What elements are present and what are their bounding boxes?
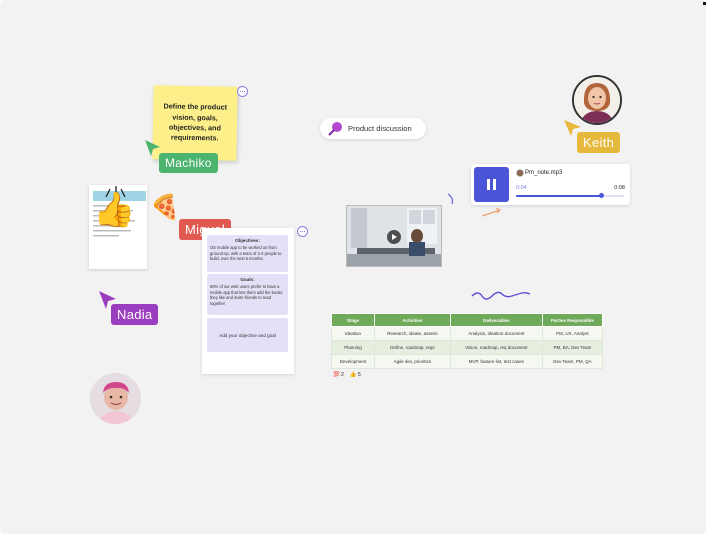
board-comment-icon[interactable] bbox=[297, 226, 308, 237]
table-header-row: Stage Activities Deliverables Parties Re… bbox=[330, 313, 604, 327]
reactions-bar: 💯 2 👍 5 bbox=[333, 372, 361, 378]
table-cell[interactable]: Agile dev, prioritize bbox=[374, 354, 451, 369]
audio-owner-avatar-icon bbox=[516, 169, 524, 177]
goals-text: 60% of our web users prefer to have a mo… bbox=[210, 284, 283, 306]
add-objective-block[interactable]: Add your objective and goal bbox=[207, 318, 288, 352]
goals-block[interactable]: Goals: 60% of our web users prefer to ha… bbox=[207, 274, 288, 315]
video-play-button[interactable] bbox=[387, 230, 401, 244]
keith-avatar-portrait-icon bbox=[574, 77, 620, 123]
table-cell[interactable]: PM, BA, Dev Team bbox=[541, 340, 604, 355]
comment-icon[interactable] bbox=[237, 86, 248, 97]
audio-current-time: 0:04 bbox=[516, 185, 527, 191]
table-header-cell: Deliverables bbox=[449, 313, 543, 327]
table-cell[interactable]: Analysis, ideation document bbox=[449, 326, 543, 341]
machiko-name-tag: Machiko bbox=[159, 153, 218, 173]
table-cell[interactable]: Planning bbox=[330, 340, 376, 355]
reaction-count: 2 bbox=[340, 372, 344, 378]
table-cell[interactable]: Vision, roadmap, req document bbox=[449, 340, 543, 355]
nadia-avatar-portrait-icon bbox=[90, 373, 141, 424]
video-player[interactable] bbox=[346, 205, 442, 267]
table-row: Development Agile dev, prioritize MVP, f… bbox=[330, 354, 604, 369]
sticky-note-text: Define the product vision, goals, object… bbox=[163, 101, 228, 143]
product-discussion-pill[interactable]: Product discussion bbox=[320, 118, 426, 139]
reaction-count: 5 bbox=[357, 372, 361, 378]
objectives-text: OS mobile app to be worked on from groun… bbox=[210, 245, 282, 262]
objectives-heading: Objectives: bbox=[235, 238, 260, 243]
objectives-board[interactable]: Objectives: OS mobile app to be worked o… bbox=[202, 228, 294, 374]
table-cell[interactable]: Research, ideate, assess bbox=[374, 326, 451, 341]
whiteboard-canvas[interactable]: Define the product vision, goals, object… bbox=[0, 0, 706, 534]
sticky-note[interactable]: Define the product vision, goals, object… bbox=[152, 85, 238, 161]
push-pin-icon bbox=[328, 122, 342, 136]
objectives-block[interactable]: Objectives: OS mobile app to be worked o… bbox=[207, 235, 288, 272]
table-header-cell: Parties Responsible bbox=[541, 313, 604, 327]
nadia-name-tag: Nadia bbox=[111, 304, 159, 325]
table-row: Ideation Research, ideate, assess Analys… bbox=[330, 326, 604, 341]
hundred-emoji-icon: 💯 bbox=[333, 372, 340, 378]
reaction-thumbs-up[interactable]: 👍 5 bbox=[350, 372, 361, 378]
table-cell[interactable]: MVP, feature list, test cases bbox=[449, 354, 543, 369]
audio-filename: Pm_note.mp3 bbox=[525, 170, 563, 176]
table-cell[interactable]: PM, UX, Analyst bbox=[541, 326, 604, 341]
goals-heading: Goals: bbox=[240, 277, 255, 282]
table-header-cell: Stage bbox=[330, 313, 376, 327]
audio-progress-knob[interactable] bbox=[599, 193, 605, 198]
thumbs-up-emoji-icon[interactable]: 👍 bbox=[93, 193, 135, 227]
table-cell[interactable]: Development bbox=[330, 354, 376, 369]
audio-progress-fill bbox=[516, 195, 602, 197]
table-cell[interactable]: Define, roadmap, reqs bbox=[374, 340, 451, 355]
add-objective-placeholder: Add your objective and goal bbox=[219, 332, 276, 338]
nadia-avatar[interactable] bbox=[90, 373, 141, 424]
table-header-cell: Activities bbox=[374, 313, 451, 327]
keith-name-tag: Keith bbox=[577, 132, 621, 153]
audio-progress-track[interactable] bbox=[516, 193, 624, 198]
audio-total-time: 0:08 bbox=[614, 185, 625, 191]
stage-table[interactable]: Stage Activities Deliverables Parties Re… bbox=[330, 313, 604, 369]
squiggle-line-icon bbox=[471, 291, 531, 300]
thumbs-up-reaction-icon: 👍 bbox=[349, 372, 357, 378]
pizza-emoji-icon[interactable]: 🍕 bbox=[150, 196, 180, 220]
table-row: Planning Define, roadmap, reqs Vision, r… bbox=[330, 340, 604, 355]
table-cell[interactable]: Ideation bbox=[330, 326, 376, 341]
connector-arrow-icon bbox=[447, 193, 502, 217]
product-discussion-label: Product discussion bbox=[348, 124, 412, 133]
table-cell[interactable]: Dev Team, PM, QA bbox=[541, 354, 604, 369]
reaction-hundred[interactable]: 💯 2 bbox=[333, 372, 344, 378]
